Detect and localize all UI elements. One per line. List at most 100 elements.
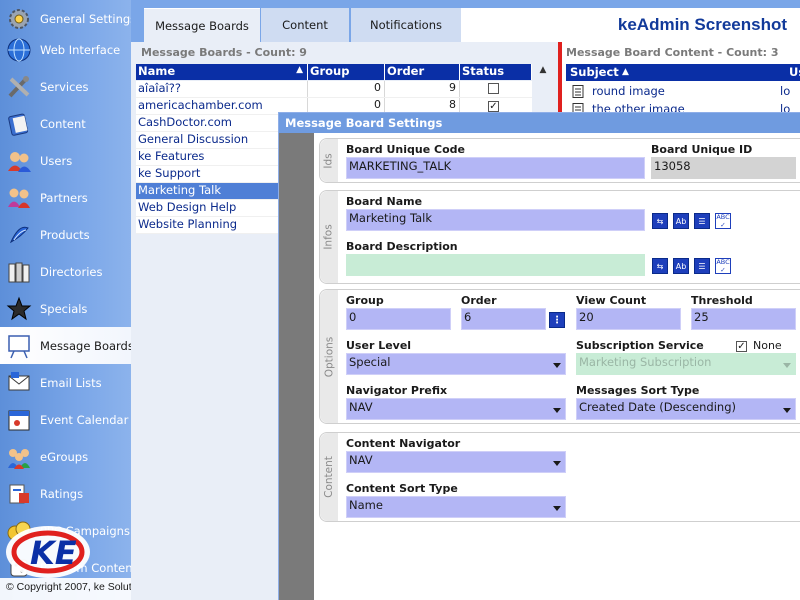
navigator-prefix-select[interactable]: NAV: [346, 398, 566, 420]
subscription-select[interactable]: Marketing Subscription: [576, 353, 796, 375]
swap-icon[interactable]: ⇆: [652, 258, 668, 274]
swap-icon[interactable]: ⇆: [652, 213, 668, 229]
group-icon: [5, 443, 33, 471]
list-item[interactable]: round image lo: [572, 83, 790, 99]
unique-id-label: Board Unique ID: [651, 143, 753, 156]
sidebar-item-label: Email Lists: [40, 375, 102, 390]
order-input[interactable]: 6: [461, 308, 546, 330]
order-info-icon[interactable]: ⋮: [549, 312, 565, 328]
board-name-label: Board Name: [346, 195, 423, 208]
messages-sort-label: Messages Sort Type: [576, 384, 700, 397]
sidebar-item-partners[interactable]: Partners: [0, 179, 131, 216]
status-checkbox[interactable]: [488, 83, 499, 94]
font-icon[interactable]: Ab: [673, 258, 689, 274]
column-header-order[interactable]: Order: [385, 64, 460, 80]
group-label: Infos: [320, 191, 338, 283]
sort-ascending-icon: ▲: [622, 67, 629, 77]
view-count-input[interactable]: 20: [576, 308, 681, 330]
sidebar-item-event-calendar[interactable]: Event Calendar: [0, 401, 131, 438]
table-header: Name ▲ Group Order Status: [136, 64, 532, 80]
list-icon[interactable]: ☰: [694, 258, 710, 274]
column-header-group[interactable]: Group: [308, 64, 385, 80]
sidebar-item-content[interactable]: Content: [0, 105, 131, 142]
easel-icon: [5, 332, 33, 360]
envelope-icon: [5, 369, 33, 397]
subscription-label: Subscription Service: [576, 339, 704, 352]
cell-status: [460, 81, 532, 97]
unique-code-label: Board Unique Code: [346, 143, 465, 156]
font-icon[interactable]: Ab: [673, 213, 689, 229]
column-header-subject[interactable]: Subject: [570, 65, 619, 79]
sidebar-item-message-boards[interactable]: Message Boards: [0, 327, 134, 364]
document-icon: [572, 84, 584, 98]
tab-message-boards[interactable]: Message Boards: [144, 8, 260, 42]
content-sort-label: Content Sort Type: [346, 482, 458, 495]
board-content-header: Subject ▲ Us: [566, 64, 800, 81]
sidebar-item-label: Users: [40, 153, 73, 168]
status-checkbox[interactable]: ✓: [488, 101, 499, 112]
column-header-name[interactable]: Name ▲: [136, 64, 308, 80]
globe-icon: [5, 36, 33, 64]
users-icon: [5, 147, 33, 175]
messages-sort-select[interactable]: Created Date (Descending): [576, 398, 796, 420]
message-board-settings-dialog: Message Board Settings Ids Board Unique …: [278, 112, 800, 600]
list-icon[interactable]: ☰: [694, 213, 710, 229]
content-sort-select[interactable]: Name: [346, 496, 566, 518]
sidebar-item-label: Event Calendar: [40, 412, 129, 427]
table-row[interactable]: aîaîaî?? 0 9: [136, 81, 532, 98]
content-navigator-label: Content Navigator: [346, 437, 461, 450]
tab-content[interactable]: Content: [261, 8, 349, 42]
sidebar-item-label: Web Interface: [40, 42, 121, 57]
group-label: Ids: [320, 139, 338, 182]
sidebar-item-label: Ratings: [40, 486, 84, 501]
spellcheck-icon[interactable]: ABC ✓: [715, 258, 731, 274]
spellcheck-icon[interactable]: ABC ✓: [715, 213, 731, 229]
sort-ascending-icon: ▲: [296, 65, 303, 75]
board-name-input[interactable]: Marketing Talk: [346, 209, 645, 231]
tab-notifications[interactable]: Notifications: [351, 8, 461, 42]
board-description-label: Board Description: [346, 240, 458, 253]
tools-icon: [5, 73, 33, 101]
sidebar-item-specials[interactable]: Specials: [0, 290, 131, 327]
view-count-label: View Count: [576, 294, 647, 307]
column-header-status[interactable]: Status: [460, 64, 532, 80]
title-bar: keAdmin Screenshot: [461, 8, 800, 42]
sidebar-item-web-interface[interactable]: Web Interface: [0, 31, 131, 68]
group-infos: Infos Board Name Marketing Talk ⇆ Ab ☰ A…: [319, 190, 800, 284]
none-checkbox[interactable]: ✓: [736, 341, 747, 352]
group-input[interactable]: 0: [346, 308, 451, 330]
sidebar-item-directories[interactable]: Directories: [0, 253, 131, 290]
threshold-label: Threshold: [691, 294, 753, 307]
partners-icon: [5, 184, 33, 212]
unique-code-input[interactable]: MARKETING_TALK: [346, 157, 645, 179]
sidebar-item-label: eGroups: [40, 449, 89, 464]
sidebar-item-users[interactable]: Users: [0, 142, 131, 179]
order-label: Order: [461, 294, 497, 307]
sidebar-item-label: Content: [40, 116, 86, 131]
threshold-input[interactable]: 25: [691, 308, 796, 330]
group-label: Content: [320, 433, 338, 521]
sidebar-item-label: Products: [40, 227, 90, 242]
sidebar-item-ratings[interactable]: Ratings: [0, 475, 131, 512]
products-icon: [5, 221, 33, 249]
calendar-icon: [5, 406, 33, 434]
user-level-label: User Level: [346, 339, 412, 352]
user-text: lo: [780, 84, 791, 98]
ratings-icon: [5, 480, 33, 508]
content-navigator-select[interactable]: NAV: [346, 451, 566, 473]
sidebar-item-label: Services: [40, 79, 89, 94]
sidebar-item-products[interactable]: Products: [0, 216, 131, 253]
list-title: Message Boards - Count: 9: [141, 46, 307, 59]
sidebar-item-egroups[interactable]: eGroups: [0, 438, 131, 475]
sidebar-item-label: Partners: [40, 190, 88, 205]
group-ids: Ids Board Unique Code MARKETING_TALK Boa…: [319, 138, 800, 183]
column-header-user[interactable]: Us: [789, 65, 800, 79]
subject-text: round image: [592, 84, 665, 98]
user-level-select[interactable]: Special: [346, 353, 566, 375]
board-description-input[interactable]: [346, 254, 645, 276]
scroll-up-arrow[interactable]: ▲: [536, 65, 550, 79]
dialog-title[interactable]: Message Board Settings: [279, 113, 800, 133]
sidebar-item-services[interactable]: Services: [0, 68, 131, 105]
group-content: Content Content Navigator NAV Content So…: [319, 432, 800, 522]
sidebar-item-email-lists[interactable]: Email Lists: [0, 364, 131, 401]
